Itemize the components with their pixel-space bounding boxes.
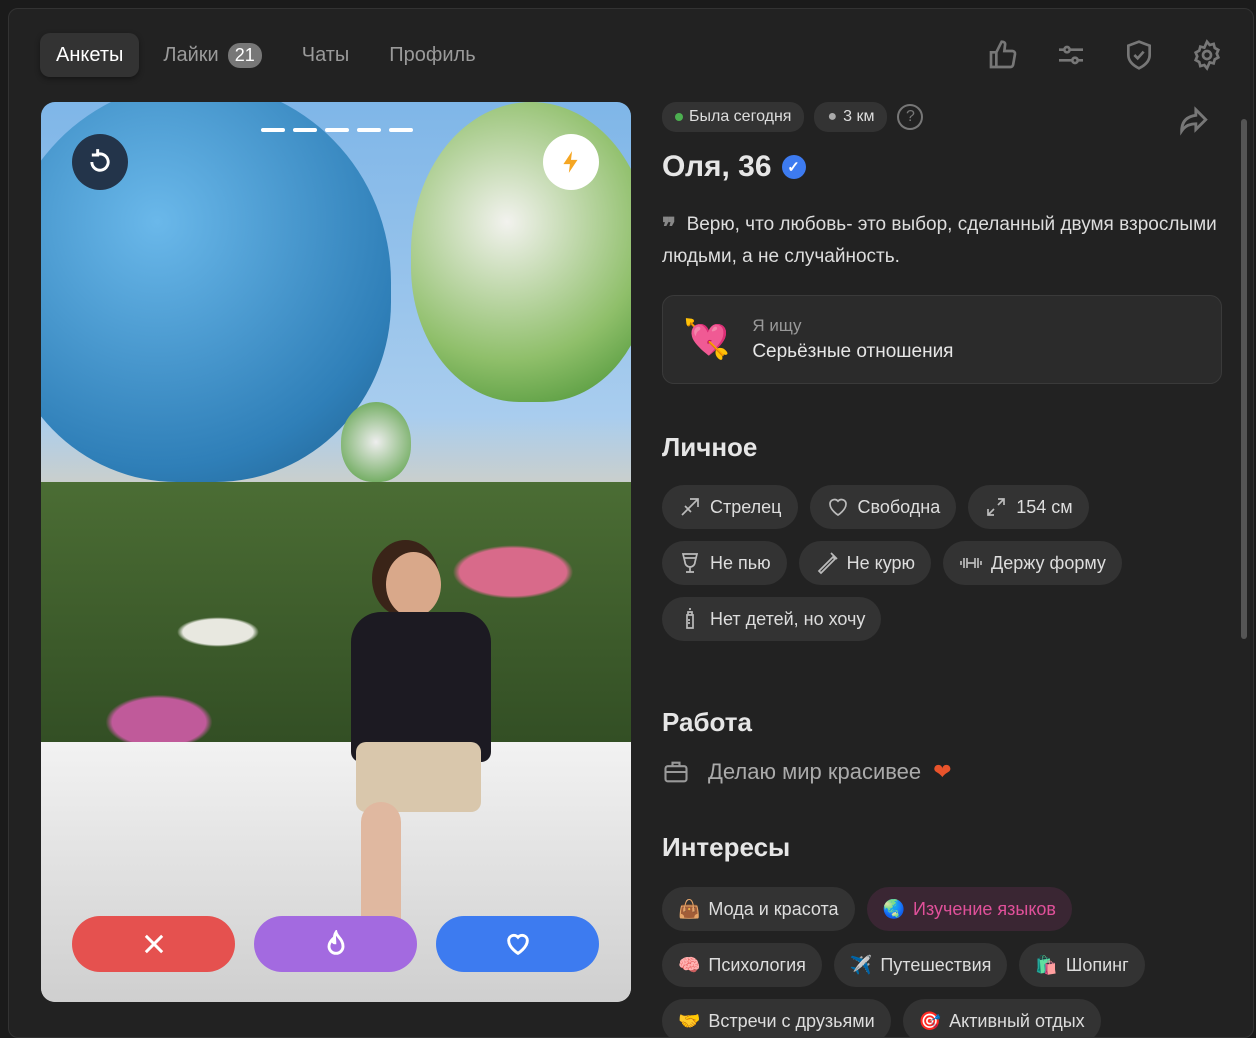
- verified-icon: ✓: [781, 155, 806, 179]
- interest-chip: 🧠 Психология: [662, 943, 822, 987]
- tab-profiles[interactable]: Анкеты: [40, 33, 140, 77]
- smoking-chip: Не курю: [798, 541, 932, 585]
- nav-tabs: Анкеты Лайки 21 Чаты Профиль: [40, 33, 492, 77]
- quote-icon: ❞: [662, 212, 676, 242]
- like-button[interactable]: [436, 916, 599, 972]
- heart-outline-icon: [828, 498, 847, 517]
- interest-chip: 🛍️ Шопинг: [1019, 943, 1145, 987]
- baby-bottle-icon: [686, 608, 694, 629]
- profile-name: Оля, 36: [662, 150, 772, 183]
- kids-chip: Нет детей, но хочу: [662, 597, 882, 641]
- person-figure: [341, 552, 501, 972]
- online-status-badge: Была сегодня: [662, 102, 805, 132]
- fitness-chip: Держу форму: [943, 541, 1122, 585]
- fire-icon: [327, 930, 344, 955]
- interest-chip-highlighted: 🌏 Изучение языков: [866, 887, 1072, 931]
- zodiac-chip: Стрелец: [662, 485, 798, 529]
- orange-heart-icon: ❤: [933, 759, 952, 784]
- work-value: Делаю мир красивее: [708, 759, 922, 784]
- share-icon[interactable]: [1176, 104, 1210, 138]
- interest-chip: 🎯 Активный отдых: [902, 999, 1101, 1037]
- height-chip: 154 см: [968, 485, 1089, 529]
- tab-profile[interactable]: Профиль: [373, 33, 491, 77]
- resize-icon: [987, 498, 1006, 516]
- dumbbell-icon: [960, 558, 982, 568]
- gear-icon[interactable]: [1191, 39, 1223, 71]
- photo-pagination: [261, 128, 413, 132]
- interests-section-title: Интересы: [662, 832, 791, 862]
- boost-button[interactable]: [543, 134, 599, 190]
- briefcase-icon: [664, 761, 688, 783]
- undo-icon: [90, 149, 110, 172]
- help-icon[interactable]: ?: [897, 104, 924, 130]
- profile-bio: Верю, что любовь- это выбор, сделанный д…: [662, 214, 1217, 267]
- scrollbar[interactable]: [1241, 119, 1247, 639]
- close-icon: [144, 934, 163, 954]
- dislike-button[interactable]: [72, 916, 235, 972]
- distance-badge: ● 3 км: [814, 102, 888, 132]
- profile-photo[interactable]: [41, 102, 631, 1002]
- tab-chats[interactable]: Чаты: [286, 33, 366, 77]
- online-dot-icon: [675, 113, 683, 121]
- no-smoking-icon: [817, 552, 838, 575]
- thumbs-up-icon[interactable]: [987, 39, 1019, 71]
- heart-icon: [506, 933, 529, 956]
- personal-section-title: Личное: [662, 432, 758, 462]
- app-window: Анкеты Лайки 21 Чаты Профиль Была сегодня…: [8, 8, 1254, 1038]
- interests-chips: 👜 Мода и красота 🌏 Изучение языков 🧠 Психол…: [662, 887, 1222, 1037]
- tab-likes[interactable]: Лайки 21: [147, 33, 277, 77]
- undo-button[interactable]: [72, 134, 128, 190]
- interest-chip: 👜 Мода и красота: [662, 887, 855, 931]
- heart-arrow-icon: 💘: [683, 318, 731, 361]
- interest-chip: ✈️ Путешествия: [833, 943, 1008, 987]
- drinking-chip: Не пью: [662, 541, 787, 585]
- likes-count-badge: 21: [227, 42, 262, 68]
- sagittarius-icon: [681, 498, 699, 516]
- personal-chips: Стрелец Свободна 154 см Не пью Не курю Д…: [662, 485, 1222, 641]
- work-section-title: Работа: [662, 707, 752, 737]
- interest-chip: 🤝 Встречи с друзьями: [662, 999, 891, 1037]
- relationship-chip: Свободна: [809, 485, 957, 529]
- superlike-button[interactable]: [254, 916, 417, 972]
- location-pin-icon: ●: [827, 108, 838, 125]
- filters-icon[interactable]: [1055, 39, 1087, 71]
- lightning-icon: [563, 151, 578, 173]
- glass-icon: [681, 553, 699, 573]
- seeking-card: 💘 Я ищу Серьёзные отношения: [662, 295, 1222, 384]
- shield-check-icon[interactable]: [1123, 39, 1155, 71]
